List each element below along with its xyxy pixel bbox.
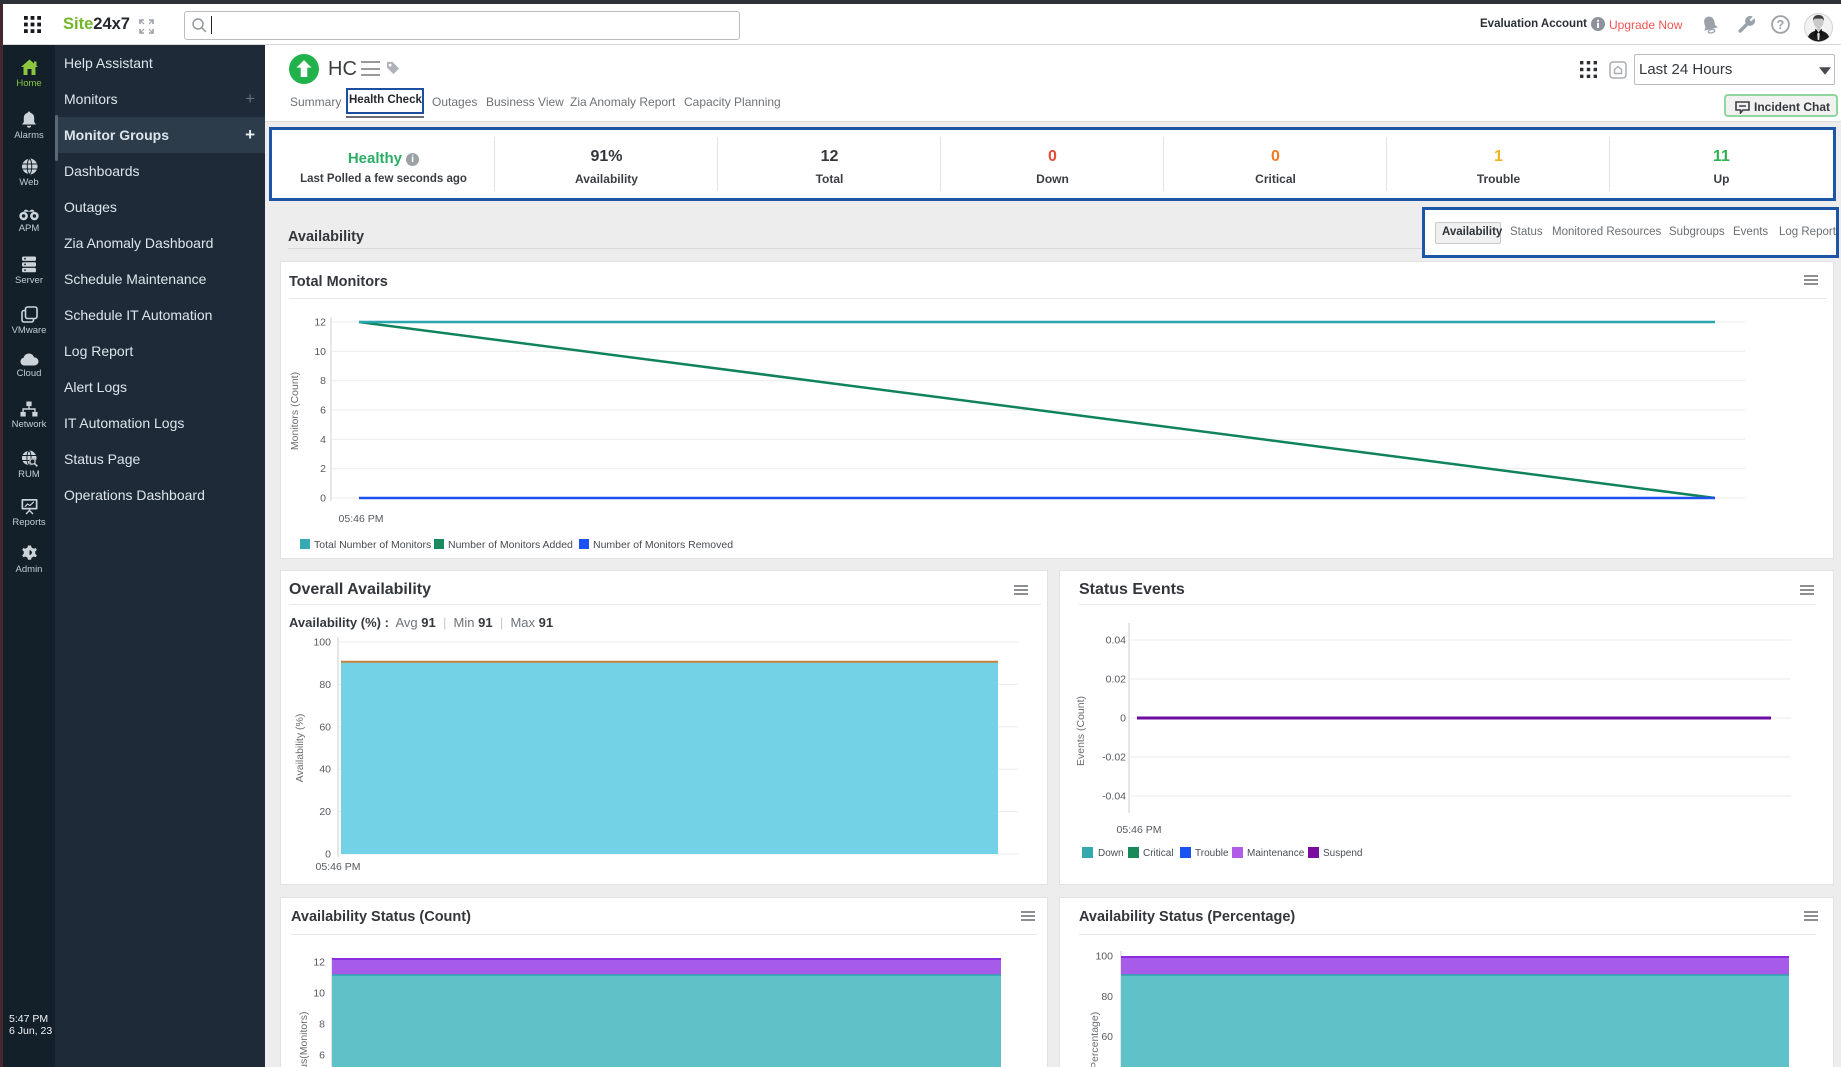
svg-text:8: 8 [320,375,326,387]
svg-text:Total Number of Monitors: Total Number of Monitors [314,539,431,551]
svg-text:Status(Percentage): Status(Percentage) [1089,1012,1101,1067]
svg-text:0.02: 0.02 [1106,674,1127,686]
svg-text:12: 12 [313,957,325,969]
svg-text:Number of Monitors Added: Number of Monitors Added [448,539,573,551]
svg-text:Critical: Critical [1143,848,1174,859]
svg-text:0: 0 [1120,713,1126,725]
svg-text:80: 80 [1101,991,1113,1003]
svg-text:40: 40 [319,764,331,776]
svg-text:-0.04: -0.04 [1102,791,1126,803]
svg-text:8: 8 [319,1019,325,1031]
svg-text:0.04: 0.04 [1106,635,1127,647]
svg-text:?: ? [1777,18,1785,32]
svg-text:60: 60 [1101,1031,1113,1043]
svg-text:80: 80 [319,679,331,691]
svg-text:0: 0 [325,849,331,861]
svg-text:Maintenance: Maintenance [1247,848,1305,859]
svg-text:6: 6 [320,405,326,417]
svg-text:Events (Count): Events (Count) [1075,696,1087,766]
svg-text:6: 6 [319,1050,325,1062]
svg-text:05:46 PM: 05:46 PM [316,861,361,873]
svg-text:2: 2 [320,463,326,475]
svg-text:Number of Monitors Removed: Number of Monitors Removed [593,539,733,551]
svg-text:12: 12 [314,317,326,329]
svg-text:Status(Monitors): Status(Monitors) [298,1011,310,1067]
svg-text:Down: Down [1098,848,1124,859]
svg-text:10: 10 [314,346,326,358]
svg-text:Suspend: Suspend [1323,848,1362,859]
svg-text:10: 10 [313,988,325,1000]
svg-text:100: 100 [313,637,331,649]
svg-text:60: 60 [319,721,331,733]
svg-text:05:46 PM: 05:46 PM [339,513,384,525]
svg-text:Monitors (Count): Monitors (Count) [289,372,301,450]
svg-text:-0.02: -0.02 [1102,752,1126,764]
svg-text:Availability (%): Availability (%) [294,714,306,783]
svg-text:100: 100 [1095,951,1113,963]
svg-text:20: 20 [319,806,331,818]
svg-text:4: 4 [320,434,326,446]
svg-text:05:46 PM: 05:46 PM [1117,824,1162,836]
svg-text:0: 0 [320,493,326,505]
svg-text:Trouble: Trouble [1195,848,1229,859]
